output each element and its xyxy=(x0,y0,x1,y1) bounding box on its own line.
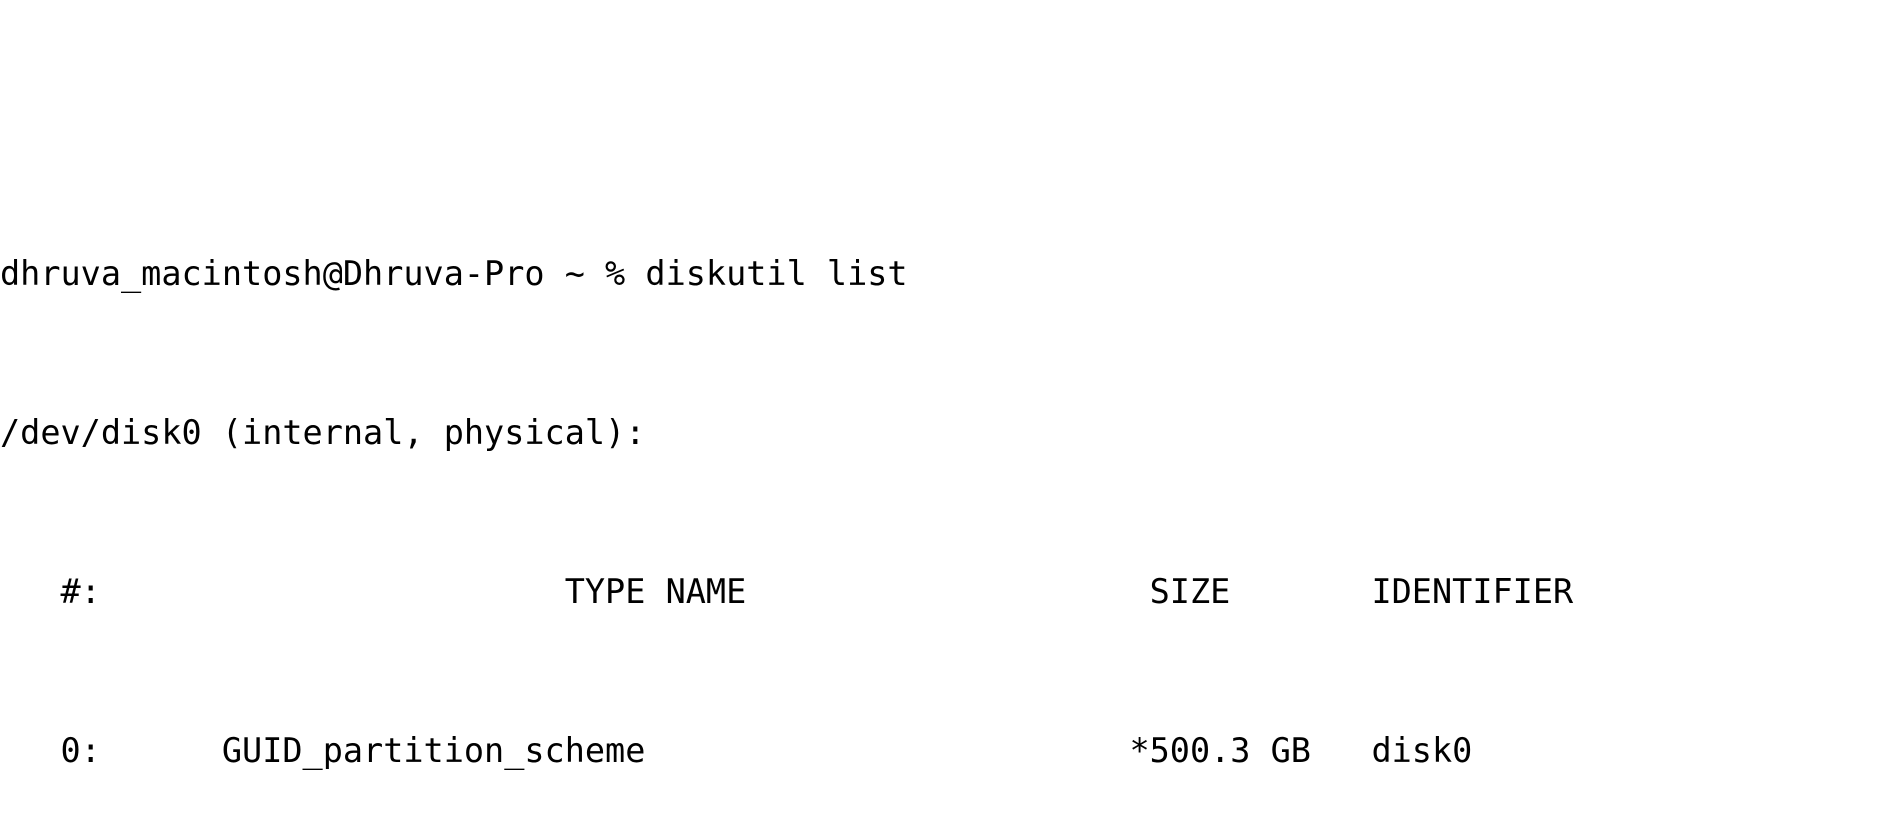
terminal-line-partial-top xyxy=(0,94,1898,134)
terminal-screen[interactable]: dhruva_macintosh@Dhruva-Pro ~ % diskutil… xyxy=(0,0,1898,818)
terminal-line-disk0-column-header: #: TYPE NAME SIZE IDENTIFIER xyxy=(0,571,1574,611)
terminal-line-disk0-device: /dev/disk0 (internal, physical): xyxy=(0,412,646,452)
terminal-line-prompt-command[interactable]: dhruva_macintosh@Dhruva-Pro ~ % diskutil… xyxy=(0,254,1898,294)
terminal-window[interactable]: dhruva_macintosh@Dhruva-Pro ~ % diskutil… xyxy=(0,0,1898,818)
terminal-line-disk0-entry-0: 0: GUID_partition_scheme *500.3 GB disk0 xyxy=(0,731,1473,771)
